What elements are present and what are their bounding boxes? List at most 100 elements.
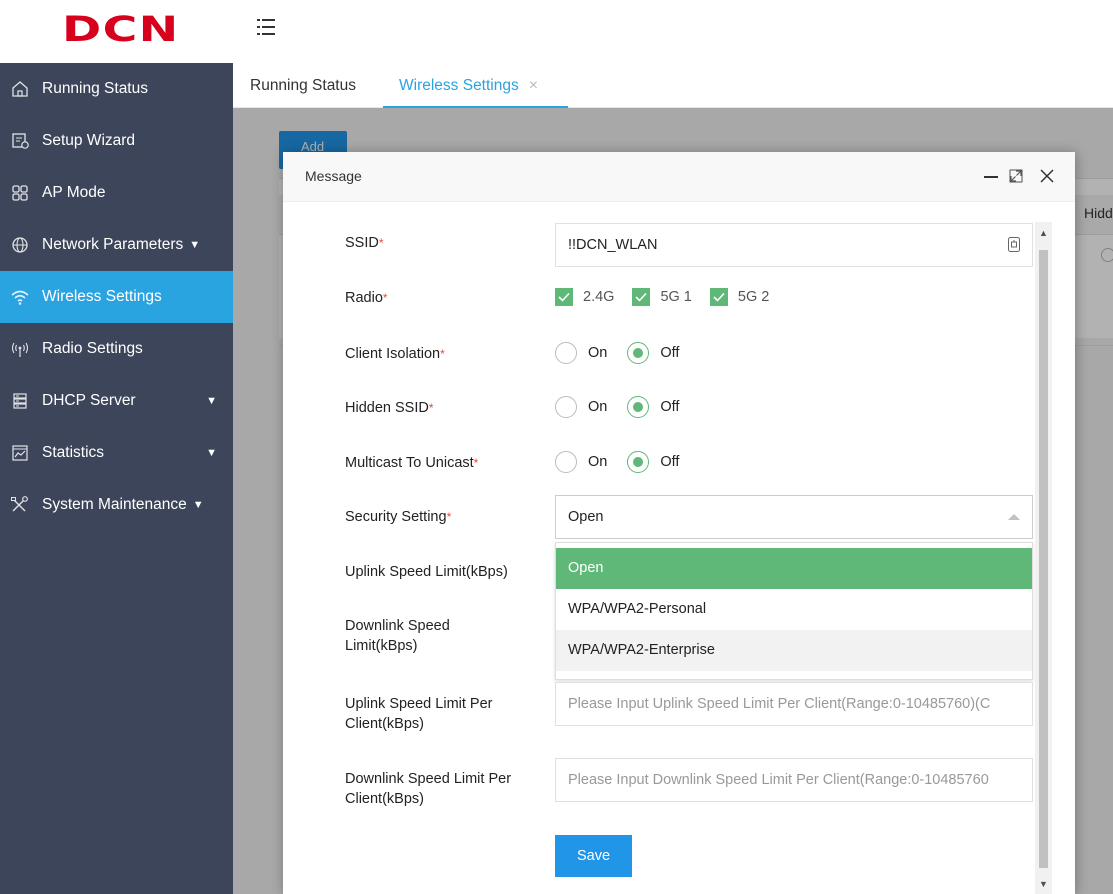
checkbox-5g1[interactable]: 5G 1 xyxy=(632,288,692,306)
radio-label: Off xyxy=(660,454,680,470)
sidebar-item-dhcp-server[interactable]: DHCP Server ▼ xyxy=(0,375,233,427)
sidebar-item-wireless-settings[interactable]: Wireless Settings xyxy=(0,271,233,323)
save-button[interactable]: Save xyxy=(555,835,632,877)
client-isolation-radios: On Off xyxy=(555,342,699,364)
uplink-label: Uplink Speed Limit(kBps) xyxy=(345,564,508,580)
chevron-down-icon: ▼ xyxy=(206,447,217,459)
multicast-radios: On Off xyxy=(555,451,699,473)
wizard-icon xyxy=(10,131,30,151)
close-icon[interactable] xyxy=(1036,164,1058,188)
required-mark: * xyxy=(473,456,479,470)
client-isolation-off[interactable]: Off xyxy=(627,342,679,364)
sidebar-item-label: Radio Settings xyxy=(42,340,143,357)
hidden-ssid-on[interactable]: On xyxy=(555,396,607,418)
radio-circle xyxy=(627,451,650,473)
option-open[interactable]: Open xyxy=(556,548,1032,589)
uplink-per-client-label: Uplink Speed Limit Per Client(kBps) xyxy=(345,696,493,732)
label-text: Client Isolation xyxy=(345,346,441,362)
tab-running-status[interactable]: Running Status xyxy=(250,63,356,108)
sidebar-item-network-parameters[interactable]: Network Parameters ▼ xyxy=(0,219,233,271)
top-header: DCN xyxy=(0,0,1113,60)
radio-circle xyxy=(627,396,650,418)
server-icon xyxy=(10,391,30,411)
menu-toggle-icon[interactable] xyxy=(256,17,276,37)
check-icon xyxy=(632,288,651,306)
chevron-down-icon: ▼ xyxy=(206,395,217,407)
sidebar-item-running-status[interactable]: Running Status xyxy=(0,63,233,115)
chevron-up-icon xyxy=(1008,514,1020,520)
ssid-input[interactable]: !!DCN_WLAN xyxy=(555,223,1033,267)
option-wpa-enterprise[interactable]: WPA/WPA2-Enterprise xyxy=(556,630,1032,671)
downlink-label: Downlink Speed Limit(kBps) xyxy=(345,618,450,654)
sidebar-item-label: Running Status xyxy=(42,80,148,97)
dialog-header: Message xyxy=(283,152,1075,202)
check-icon xyxy=(709,288,728,306)
chevron-down-icon: ▼ xyxy=(192,499,204,511)
grid-icon xyxy=(10,183,30,203)
radio-label: On xyxy=(588,399,608,415)
sidebar-item-radio-settings[interactable]: Radio Settings xyxy=(0,323,233,375)
scroll-thumb[interactable] xyxy=(1039,250,1048,868)
ssid-value: !!DCN_WLAN xyxy=(568,237,658,253)
tab-label: Wireless Settings xyxy=(399,77,519,94)
downlink-per-client-input[interactable]: Please Input Downlink Speed Limit Per Cl… xyxy=(555,758,1033,802)
radio-label: Radio* xyxy=(345,288,388,308)
sidebar-item-label: Statistics xyxy=(42,444,105,461)
required-mark: * xyxy=(446,510,452,524)
required-mark: * xyxy=(440,347,445,361)
required-mark: * xyxy=(378,236,384,250)
multicast-off[interactable]: Off xyxy=(627,451,679,473)
client-isolation-label: Client Isolation* xyxy=(345,344,445,364)
dialog-title: Message xyxy=(305,168,362,184)
sidebar-item-setup-wizard[interactable]: Setup Wizard xyxy=(0,115,233,167)
required-mark: * xyxy=(382,291,388,305)
keyboard-icon[interactable] xyxy=(1008,237,1020,252)
scroll-up-icon[interactable]: ▲ xyxy=(1035,224,1052,241)
sidebar-item-ap-mode[interactable]: AP Mode xyxy=(0,167,233,219)
sidebar: Running Status Setup Wizard AP Mode Netw… xyxy=(0,63,233,894)
sidebar-item-statistics[interactable]: Statistics ▼ xyxy=(0,427,233,479)
message-dialog: Message SSID* !!DCN_WLAN Radio* 2.4G 5G … xyxy=(283,152,1075,894)
sidebar-item-label: Setup Wizard xyxy=(42,132,136,149)
antenna-icon xyxy=(10,339,30,359)
multicast-on[interactable]: On xyxy=(555,451,607,473)
radio-circle xyxy=(555,342,577,364)
checkbox-label: 2.4G xyxy=(583,289,615,305)
checkbox-label: 5G 1 xyxy=(660,289,692,305)
radio-label: On xyxy=(588,454,608,470)
hidden-ssid-label: Hidden SSID* xyxy=(345,398,434,418)
radio-label: Off xyxy=(660,345,680,361)
wifi-icon xyxy=(10,287,30,307)
sidebar-item-label: Network Parameters xyxy=(42,236,184,253)
globe-icon xyxy=(10,235,30,255)
check-icon xyxy=(555,288,573,306)
tab-wireless-settings[interactable]: Wireless Settings × xyxy=(383,63,568,108)
dcn-logo: DCN xyxy=(62,10,180,50)
option-wpa-personal[interactable]: WPA/WPA2-Personal xyxy=(556,589,1032,630)
sidebar-item-label: Wireless Settings xyxy=(42,288,162,305)
required-mark: * xyxy=(428,401,434,415)
uplink-per-client-input[interactable]: Please Input Uplink Speed Limit Per Clie… xyxy=(555,682,1033,726)
radio-label: On xyxy=(588,345,608,361)
security-setting-select[interactable]: Open xyxy=(555,495,1033,539)
minimize-icon[interactable] xyxy=(980,164,1002,188)
tab-bar: Running Status Wireless Settings × xyxy=(233,63,1113,108)
label-text: Hidden SSID xyxy=(345,400,429,416)
checkbox-2-4g[interactable]: 2.4G xyxy=(555,288,614,306)
close-tab-icon[interactable]: × xyxy=(529,77,538,94)
client-isolation-on[interactable]: On xyxy=(555,342,607,364)
dialog-scrollbar[interactable]: ▲ ▼ xyxy=(1035,222,1052,894)
security-setting-label: Security Setting* xyxy=(345,507,451,527)
radio-circle xyxy=(627,342,650,364)
checkbox-5g2[interactable]: 5G 2 xyxy=(709,288,769,306)
hidden-ssid-off[interactable]: Off xyxy=(627,396,679,418)
sidebar-item-system-maintenance[interactable]: System Maintenance ▼ xyxy=(0,479,233,531)
label-text: Security Setting xyxy=(345,509,447,525)
select-value: Open xyxy=(568,509,604,525)
scroll-down-icon[interactable]: ▼ xyxy=(1035,875,1052,892)
chevron-down-icon: ▼ xyxy=(189,239,201,251)
label-text: SSID xyxy=(345,235,379,251)
radio-circle xyxy=(555,451,577,473)
sidebar-item-label: DHCP Server xyxy=(42,392,136,409)
maximize-icon[interactable] xyxy=(1005,164,1027,188)
